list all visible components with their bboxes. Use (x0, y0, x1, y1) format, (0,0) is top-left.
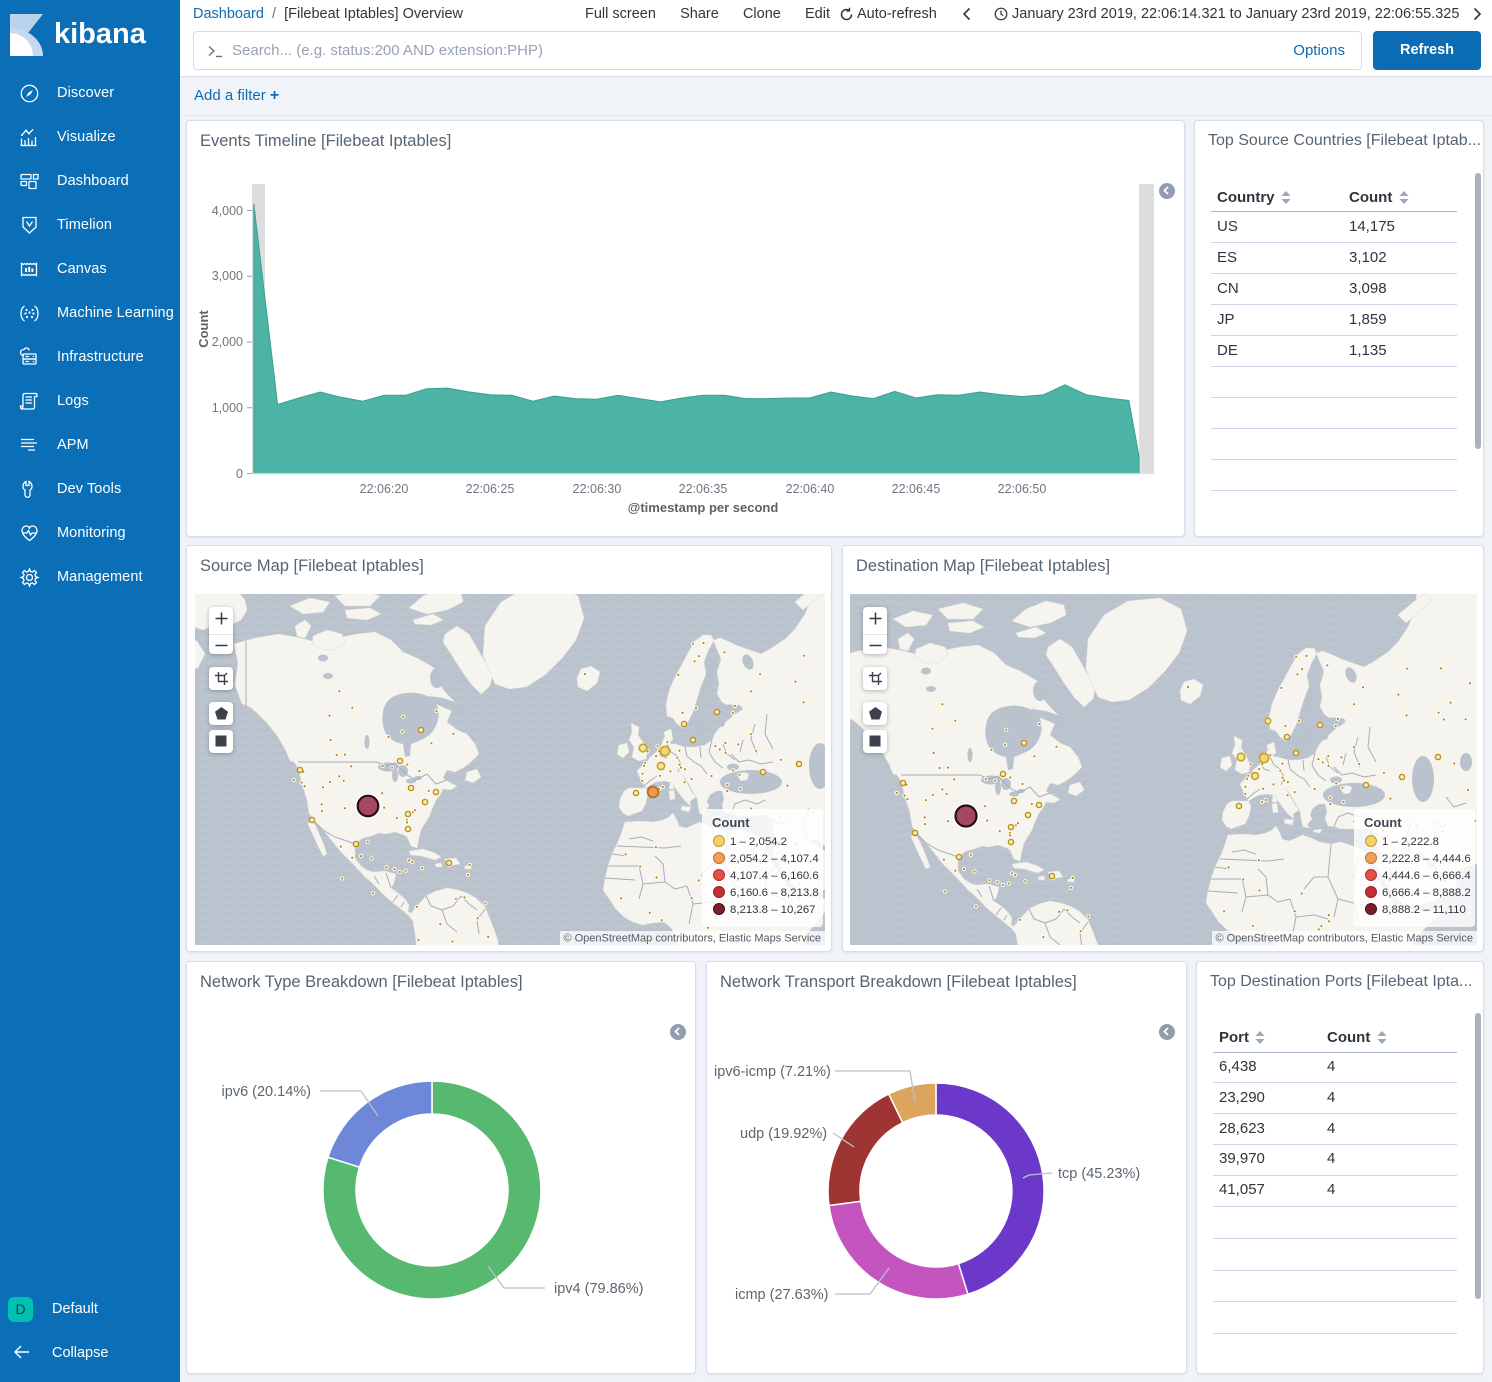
svg-text:22:06:35: 22:06:35 (679, 482, 728, 496)
svg-text:icmp (27.63%): icmp (27.63%) (735, 1287, 828, 1303)
svg-text:1,000: 1,000 (212, 401, 243, 415)
svg-text:1 – 2,222.8: 1 – 2,222.8 (1382, 836, 1439, 848)
svg-text:ipv6-icmp (7.21%): ipv6-icmp (7.21%) (714, 1064, 831, 1080)
svg-text:6,666.4 – 8,888.2: 6,666.4 – 8,888.2 (1382, 887, 1471, 899)
svg-text:2,000: 2,000 (212, 335, 243, 349)
svg-text:22:06:25: 22:06:25 (466, 482, 515, 496)
svg-text:4,444.6 – 6,666.4: 4,444.6 – 6,666.4 (1382, 870, 1471, 882)
svg-text:© OpenStreetMap contributors,: © OpenStreetMap contributors, Elastic Ma… (1215, 933, 1473, 945)
svg-text:22:06:30: 22:06:30 (573, 482, 622, 496)
svg-text:0: 0 (236, 467, 243, 481)
svg-text:1 – 2,054.2: 1 – 2,054.2 (730, 836, 787, 848)
svg-text:22:06:40: 22:06:40 (786, 482, 835, 496)
svg-text:3,000: 3,000 (212, 269, 243, 283)
svg-text:Count: Count (196, 310, 211, 348)
svg-text:ipv4 (79.86%): ipv4 (79.86%) (554, 1281, 643, 1297)
svg-text:8,213.8 – 10,267: 8,213.8 – 10,267 (730, 904, 816, 916)
svg-text:8,888.2 – 11,110: 8,888.2 – 11,110 (1382, 904, 1466, 916)
svg-text:2,222.8 – 4,444.6: 2,222.8 – 4,444.6 (1382, 853, 1471, 865)
svg-text:tcp (45.23%): tcp (45.23%) (1058, 1166, 1140, 1182)
svg-text:6,160.6 – 8,213.8: 6,160.6 – 8,213.8 (730, 887, 819, 899)
svg-text:2,054.2 – 4,107.4: 2,054.2 – 4,107.4 (730, 853, 819, 865)
svg-text:ipv6 (20.14%): ipv6 (20.14%) (222, 1084, 311, 1100)
svg-text:Count: Count (712, 815, 750, 830)
svg-text:4,000: 4,000 (212, 204, 243, 218)
svg-text:© OpenStreetMap contributors,: © OpenStreetMap contributors, Elastic Ma… (563, 933, 821, 945)
svg-text:22:06:20: 22:06:20 (360, 482, 409, 496)
svg-text:22:06:50: 22:06:50 (998, 482, 1047, 496)
svg-text:4,107.4 – 6,160.6: 4,107.4 – 6,160.6 (730, 870, 819, 882)
svg-text:udp (19.92%): udp (19.92%) (740, 1126, 827, 1142)
svg-text:@timestamp per second: @timestamp per second (628, 500, 779, 515)
svg-text:Count: Count (1364, 815, 1402, 830)
svg-text:22:06:45: 22:06:45 (892, 482, 941, 496)
